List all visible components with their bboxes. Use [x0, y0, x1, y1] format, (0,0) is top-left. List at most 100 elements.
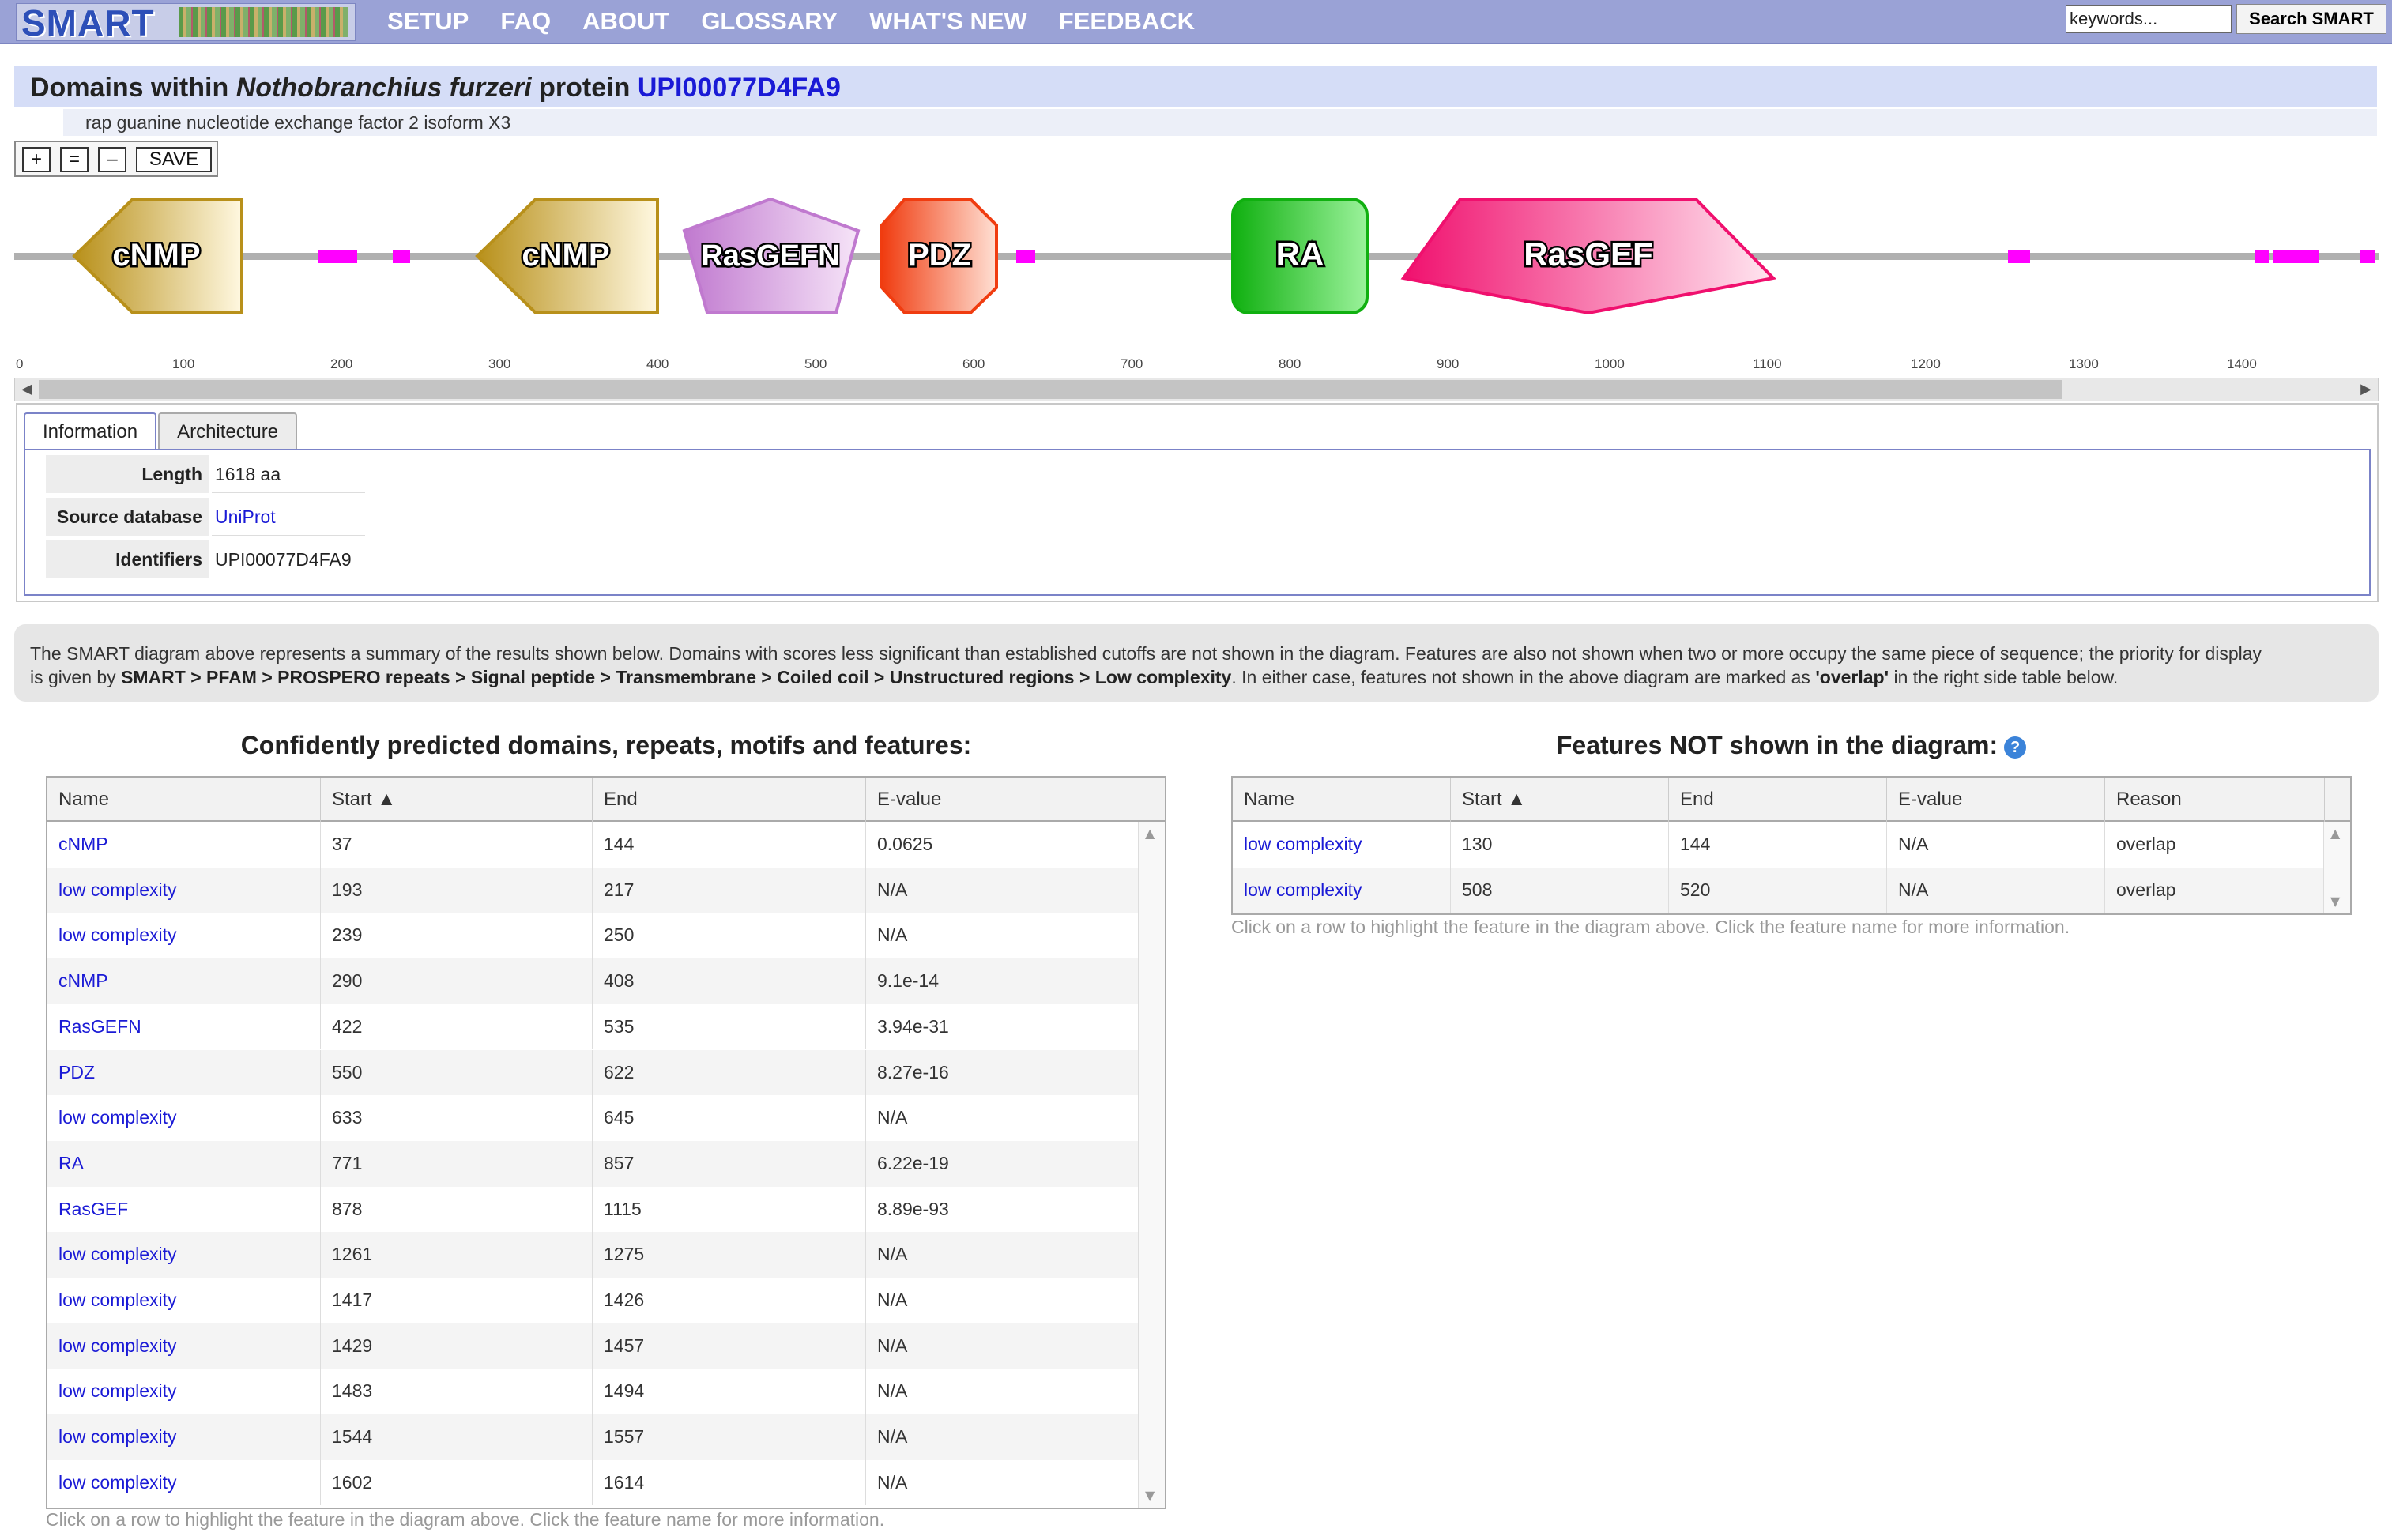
table-scrollbar[interactable]: ▲ ▼: [1138, 822, 1165, 1508]
save-button[interactable]: SAVE: [136, 147, 212, 172]
table-row[interactable]: low complexity 193 217 N/A: [47, 867, 1139, 913]
ruler-tick: 1300: [2069, 356, 2099, 371]
identifiers-row: Identifiers UPI00077D4FA9: [46, 539, 371, 578]
tab-architecture[interactable]: Architecture: [158, 412, 298, 450]
nav-feedback[interactable]: FEEDBACK: [1059, 0, 1195, 44]
table-cell: N/A: [866, 913, 1139, 959]
feature-name-link[interactable]: RA: [47, 1140, 321, 1187]
table-row[interactable]: low complexity 130 144 N/A overlap: [1233, 822, 2325, 868]
table-row[interactable]: low complexity 1483 1494 N/A: [47, 1369, 1139, 1415]
table-scrollbar[interactable]: ▲ ▼: [2323, 822, 2350, 913]
domain-ra[interactable]: RA: [1231, 198, 1369, 314]
nav-about[interactable]: ABOUT: [582, 0, 669, 44]
lowcomplexity-1417-1426[interactable]: [2255, 250, 2269, 263]
domain-rasgef[interactable]: RasGEF: [1400, 198, 1777, 315]
ruler-tick: 1100: [1753, 356, 1782, 371]
table-row[interactable]: low complexity 1417 1426 N/A: [47, 1278, 1139, 1323]
table-cell: 408: [593, 958, 866, 1004]
table-row[interactable]: RA 771 857 6.22e-19: [47, 1140, 1139, 1187]
table-row[interactable]: low complexity 1544 1557 N/A: [47, 1414, 1139, 1460]
accession-link[interactable]: UPI00077D4FA9: [638, 73, 841, 103]
scrollbar-thumb[interactable]: [39, 380, 2062, 399]
table-row[interactable]: low complexity 508 520 N/A overlap: [1233, 867, 2325, 913]
help-icon[interactable]: ?: [2004, 736, 2027, 759]
table-row[interactable]: low complexity 1429 1457 N/A: [47, 1323, 1139, 1369]
feature-name-link[interactable]: cNMP: [47, 822, 321, 868]
nav-whats-new[interactable]: WHAT'S NEW: [869, 0, 1027, 44]
feature-name-link[interactable]: low complexity: [47, 867, 321, 913]
nav-faq[interactable]: FAQ: [500, 0, 551, 44]
source-link[interactable]: UniProt: [212, 498, 365, 536]
tab-information[interactable]: Information: [24, 412, 157, 454]
feature-name-link[interactable]: low complexity: [47, 1369, 321, 1415]
lowcomplexity-633-645[interactable]: [1016, 250, 1035, 263]
table-cell: overlap: [2105, 822, 2325, 868]
zoom-in-button[interactable]: +: [22, 147, 51, 172]
table-row[interactable]: low complexity 239 250 N/A: [47, 913, 1139, 959]
lowcomplexity-1544-1557[interactable]: [2360, 250, 2375, 263]
feature-name-link[interactable]: low complexity: [47, 1414, 321, 1460]
table-row[interactable]: PDZ 550 622 8.27e-16: [47, 1049, 1139, 1096]
feature-name-link[interactable]: low complexity: [47, 1459, 321, 1506]
ruler-tick: 1200: [1911, 356, 1941, 371]
feature-name-link[interactable]: low complexity: [47, 1323, 321, 1369]
table-row[interactable]: cNMP 37 144 0.0625: [47, 822, 1139, 868]
column-end-header[interactable]: End: [593, 778, 866, 822]
priority-order: SMART > PFAM > PROSPERO repeats > Signal…: [121, 667, 1232, 687]
smart-logo[interactable]: SMART: [16, 3, 356, 42]
zoom-out-button[interactable]: –: [98, 147, 126, 172]
feature-name-link[interactable]: low complexity: [47, 1278, 321, 1323]
table-row[interactable]: low complexity 1602 1614 N/A: [47, 1459, 1139, 1506]
ruler: 0 100 200 300 400 500 600 700 800 900 10…: [16, 356, 2257, 371]
lowcomplexity-239-250[interactable]: [393, 250, 410, 263]
column-start-header[interactable]: Start ▲: [1451, 778, 1669, 822]
table-row[interactable]: RasGEF 878 1115 8.89e-93: [47, 1186, 1139, 1233]
domain-rasgefn-label: RasGEFN: [701, 239, 839, 273]
diagram-scrollbar[interactable]: ◀ ▶: [14, 378, 2379, 401]
scroll-down-icon[interactable]: ▼: [1145, 1489, 1155, 1503]
table-row[interactable]: cNMP 290 408 9.1e-14: [47, 958, 1139, 1004]
search-button[interactable]: Search SMART: [2236, 4, 2386, 34]
column-name-header[interactable]: Name: [1233, 778, 1451, 822]
table-cell: 622: [593, 1049, 866, 1096]
nav-setup[interactable]: SETUP: [387, 0, 469, 44]
lowcomplexity-1261-1275[interactable]: [2008, 250, 2030, 263]
scroll-left-icon[interactable]: ◀: [21, 382, 32, 397]
scroll-up-icon[interactable]: ▲: [1145, 826, 1155, 841]
search-input[interactable]: keywords...: [2066, 5, 2232, 33]
hidden-features-title-text: Features NOT shown in the diagram:: [1556, 731, 1998, 759]
column-name-header[interactable]: Name: [47, 778, 321, 822]
feature-name-link[interactable]: cNMP: [47, 958, 321, 1004]
scroll-down-icon[interactable]: ▼: [2330, 894, 2340, 909]
feature-name-link[interactable]: low complexity: [47, 1095, 321, 1141]
feature-name-link[interactable]: RasGEFN: [47, 1003, 321, 1050]
feature-name-link[interactable]: low complexity: [47, 1232, 321, 1278]
page-title: Domains within Nothobranchius furzeri pr…: [30, 73, 841, 103]
feature-name-link[interactable]: low complexity: [47, 913, 321, 959]
domain-cnmp-2[interactable]: cNMP: [475, 198, 659, 314]
domain-rasgefn[interactable]: RasGEFN: [682, 197, 861, 314]
table-cell: 1261: [321, 1232, 593, 1278]
column-start-header[interactable]: Start ▲: [321, 778, 593, 822]
feature-name-link[interactable]: PDZ: [47, 1049, 321, 1096]
table-row[interactable]: RasGEFN 422 535 3.94e-31: [47, 1003, 1139, 1050]
feature-name-link[interactable]: low complexity: [1233, 822, 1451, 868]
domain-cnmp-1[interactable]: cNMP: [72, 198, 243, 314]
lowcomplexity-1429-1457[interactable]: [2273, 250, 2319, 263]
column-evalue-header[interactable]: E-value: [1887, 778, 2105, 822]
domain-pdz[interactable]: PDZ: [880, 198, 998, 314]
column-reason-header[interactable]: Reason: [2105, 778, 2325, 822]
column-end-header[interactable]: End: [1669, 778, 1887, 822]
feature-name-link[interactable]: low complexity: [1233, 867, 1451, 913]
scroll-up-icon[interactable]: ▲: [2330, 826, 2340, 841]
nav-glossary[interactable]: GLOSSARY: [701, 0, 838, 44]
table-row[interactable]: low complexity 633 645 N/A: [47, 1095, 1139, 1141]
table-cell: N/A: [866, 867, 1139, 913]
table-cell: 520: [1669, 867, 1887, 913]
scroll-right-icon[interactable]: ▶: [2360, 382, 2371, 397]
feature-name-link[interactable]: RasGEF: [47, 1186, 321, 1233]
column-evalue-header[interactable]: E-value: [866, 778, 1139, 822]
lowcomplexity-193-217[interactable]: [318, 250, 357, 263]
table-row[interactable]: low complexity 1261 1275 N/A: [47, 1232, 1139, 1278]
zoom-reset-button[interactable]: =: [60, 147, 89, 172]
